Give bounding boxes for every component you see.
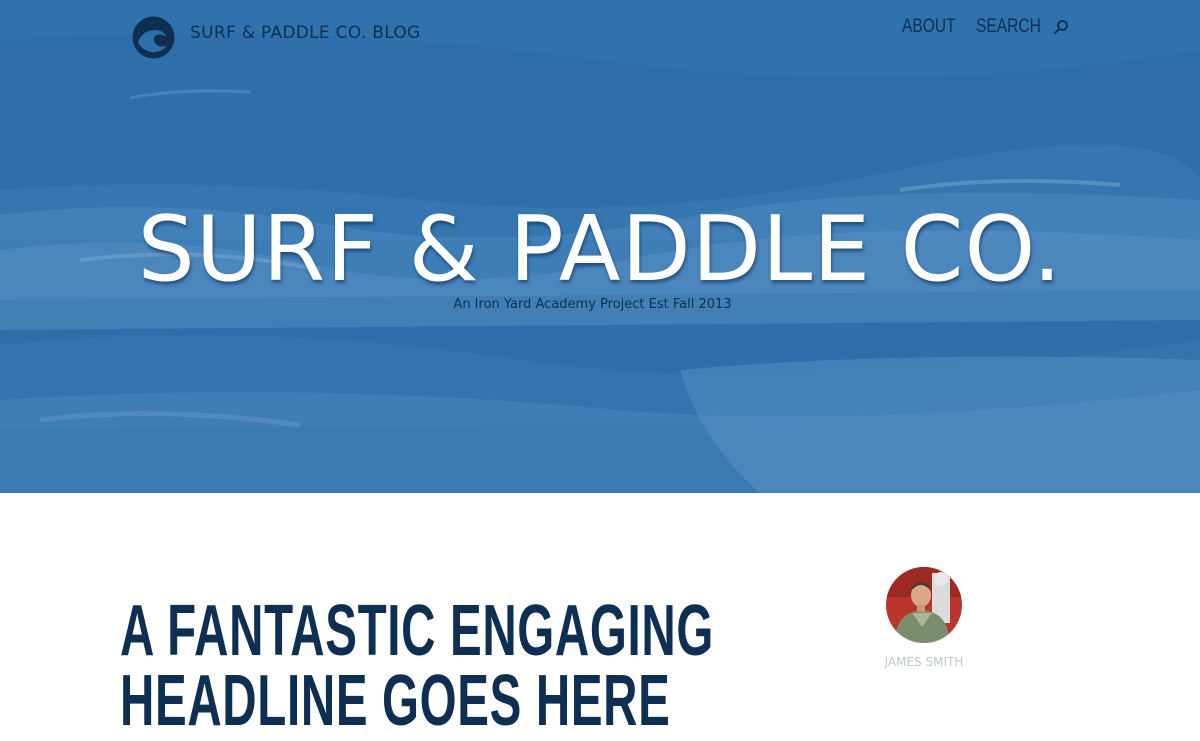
author-avatar[interactable] [886,567,962,643]
post-headline-line-1: A FANTASTIC ENGAGING [120,591,714,672]
wave-logo-icon[interactable] [131,15,176,60]
hero-banner: SURF & PADDLE CO. BLOG ABOUT SEARCH SURF… [0,0,1200,493]
hero-title: SURF & PADDLE CO. [137,197,1063,302]
post-headline-line-2: HEADLINE GOES HERE [120,661,671,741]
nav-about-link[interactable]: ABOUT [902,16,956,38]
author-photo [886,567,962,643]
post-headline[interactable]: A FANTASTIC ENGAGING HEADLINE GOES HERE [120,591,714,741]
top-nav: ABOUT SEARCH [902,16,1069,38]
nav-search-label: SEARCH [975,16,1041,37]
author-name[interactable]: JAMES SMITH [874,655,974,669]
blog-title-link[interactable]: SURF & PADDLE CO. BLOG [190,23,421,43]
hero-tagline: An Iron Yard Academy Project Est Fall 20… [453,297,732,312]
search-icon[interactable] [1053,19,1069,35]
nav-search-link[interactable]: SEARCH [976,16,1069,38]
